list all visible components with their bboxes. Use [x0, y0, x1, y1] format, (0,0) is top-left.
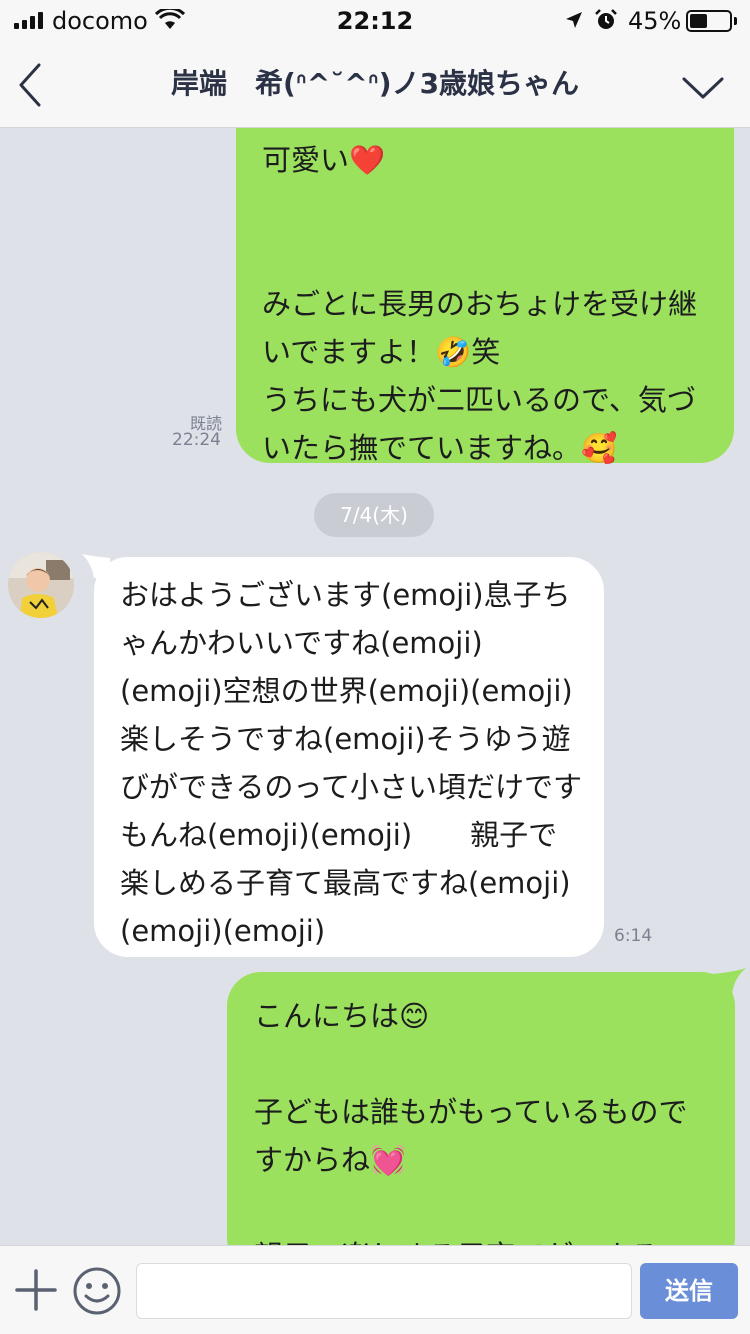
chevron-left-icon [19, 63, 41, 107]
alarm-clock-icon [595, 9, 617, 29]
smiley-icon [73, 1267, 121, 1315]
back-button[interactable] [10, 60, 50, 110]
outgoing-message-bubble[interactable]: 可愛い❤️ みごとに長男のおちょけを受け継いでますよ！🤣笑 うちにも犬が二匹いる… [236, 128, 734, 465]
send-button[interactable]: 送信 [640, 1263, 738, 1319]
chat-header: 岸端 希(ᐢ^˘^ᐢ)ノ3歳娘ちゃん [0, 42, 750, 128]
chat-menu-button[interactable] [680, 70, 726, 106]
message-time: 6:14 [614, 926, 653, 946]
battery-tip [734, 17, 737, 25]
message-input-bar: 送信 [0, 1245, 750, 1334]
sticker-button[interactable] [72, 1266, 122, 1316]
date-separator: 7/4(木) [314, 493, 434, 537]
chevron-down-icon [682, 77, 724, 99]
avatar-photo [8, 552, 74, 618]
location-arrow-icon [566, 12, 582, 28]
plus-button[interactable] [14, 1268, 58, 1312]
incoming-message-bubble[interactable]: おはようございます(emoji)息子ちゃんかわいいですね(emoji)(emoj… [94, 557, 604, 957]
battery-icon [686, 10, 732, 32]
battery-percentage: 45% [628, 7, 682, 35]
chat-title: 岸端 希(ᐢ^˘^ᐢ)ノ3歳娘ちゃん [170, 67, 580, 100]
plus-icon [15, 1269, 57, 1311]
message-input[interactable] [136, 1263, 632, 1319]
message-time: 22:24 [172, 430, 221, 450]
avatar[interactable] [8, 552, 74, 618]
outgoing-message-bubble[interactable]: こんにちは😊 子どもは誰もがもっているものですからね💓 親子で楽しめる子育てがで… [227, 972, 735, 1245]
status-bar: docomo 22:12 45% [0, 0, 750, 42]
chat-messages[interactable]: 可愛い❤️ みごとに長男のおちょけを受け継いでますよ！🤣笑 うちにも犬が二匹いる… [0, 128, 750, 1245]
